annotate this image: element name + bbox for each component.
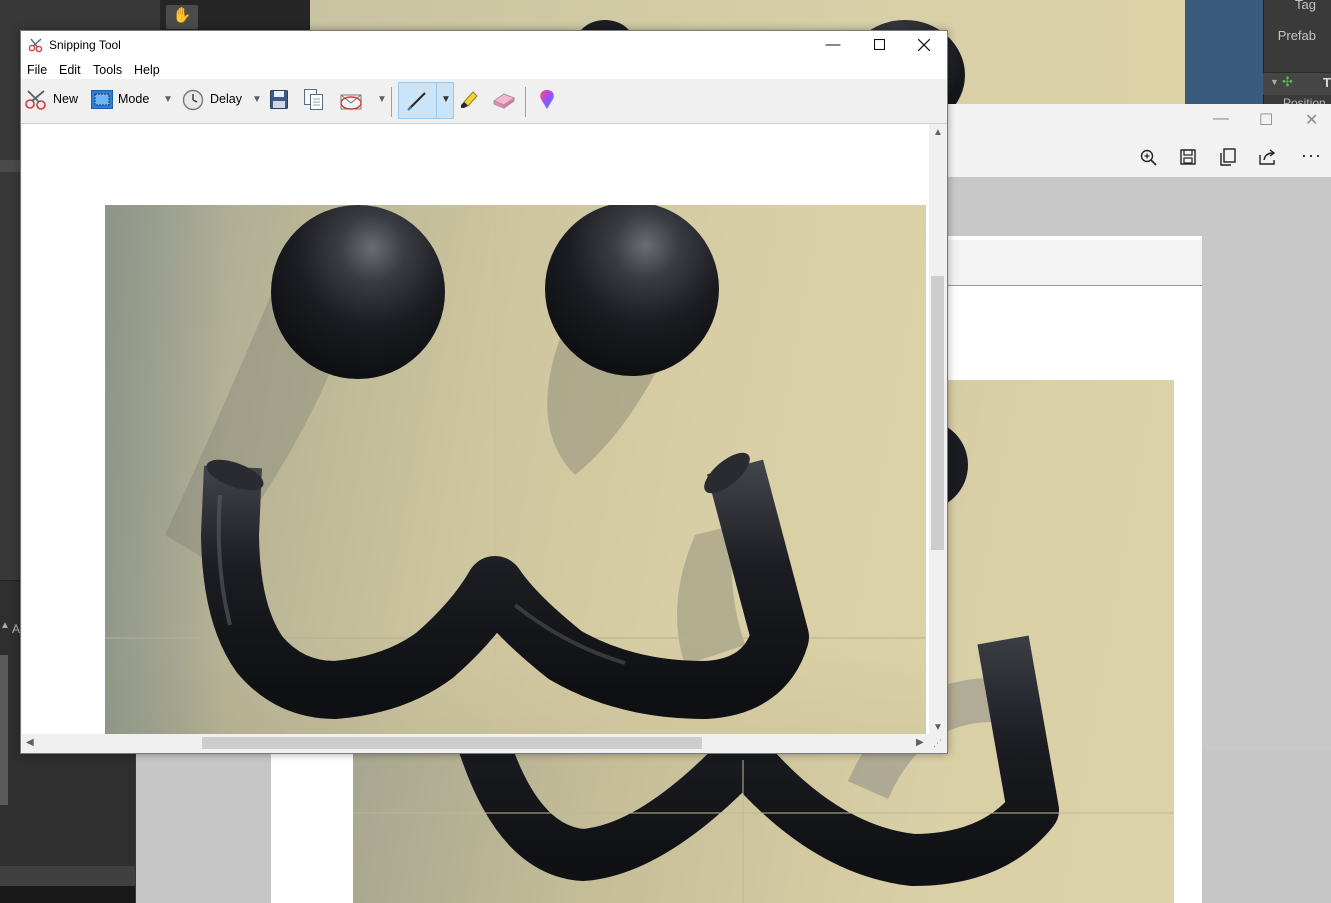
snipping-tool-window: Snipping Tool — File Edit Tools Help New… — [20, 30, 948, 754]
captured-image[interactable] — [105, 205, 926, 734]
minimize-icon[interactable]: — — [1213, 110, 1229, 128]
more-icon[interactable]: ··· — [1301, 145, 1322, 166]
window-title: Snipping Tool — [49, 38, 121, 52]
editor-left-selection — [0, 160, 20, 172]
scissors-icon — [25, 90, 46, 110]
close-button[interactable] — [901, 31, 947, 59]
scroll-up-icon[interactable]: ▲ — [0, 620, 10, 636]
save-icon[interactable] — [1180, 149, 1196, 165]
pen-split — [436, 83, 437, 118]
scroll-down-icon[interactable]: ▼ — [933, 722, 943, 733]
pen-button[interactable]: ▼ — [398, 82, 454, 119]
close-icon — [917, 38, 931, 52]
transform-gizmo-icon: ✣ — [1282, 74, 1293, 89]
menu-file[interactable]: File — [27, 63, 47, 77]
delay-button[interactable]: Delay ▼ — [182, 87, 264, 113]
share-icon[interactable] — [1259, 149, 1277, 165]
rectangle-snip-icon — [91, 90, 113, 109]
minimize-icon: — — [825, 36, 841, 53]
photo-viewer-toolbar: ··· — [945, 140, 1331, 177]
scroll-up-icon[interactable]: ▲ — [933, 127, 943, 138]
delay-label: Delay — [210, 92, 242, 106]
foldout-arrow-icon[interactable]: ▼ — [1270, 77, 1279, 87]
menu-edit[interactable]: Edit — [59, 63, 81, 77]
close-icon[interactable]: ✕ — [1305, 110, 1318, 130]
menu-help[interactable]: Help — [134, 63, 160, 77]
pen-icon — [407, 92, 426, 111]
send-dropdown-icon[interactable]: ▼ — [377, 94, 387, 105]
scene-view-edge — [1185, 0, 1265, 104]
maximize-button[interactable] — [856, 31, 902, 59]
send-email-icon — [340, 94, 362, 110]
paint-3d-icon[interactable] — [538, 89, 556, 111]
scissors-icon — [28, 38, 43, 53]
editor-left-footer — [0, 866, 135, 886]
new-button[interactable]: New — [24, 87, 80, 113]
delay-dropdown-icon[interactable]: ▼ — [252, 94, 262, 105]
transform-label: T — [1323, 75, 1331, 90]
horizontal-scroll-thumb[interactable] — [202, 737, 702, 749]
tag-label: Tag — [1295, 0, 1316, 12]
copy-icon[interactable] — [1220, 148, 1236, 166]
editor-status-bar — [0, 886, 135, 903]
toolbar-separator — [391, 87, 392, 117]
eraser-icon[interactable] — [492, 91, 516, 109]
editor-left-scrollbar[interactable] — [0, 655, 8, 805]
maximize-icon — [873, 38, 885, 51]
toolbar-separator — [525, 87, 526, 117]
vertical-scroll-thumb[interactable] — [931, 276, 944, 550]
minimize-button[interactable]: — — [810, 31, 856, 59]
scroll-left-icon[interactable]: ◀ — [26, 737, 34, 748]
hand-icon: ✋ — [172, 7, 192, 24]
scroll-right-icon[interactable]: ▶ — [916, 737, 924, 748]
zoom-in-icon[interactable] — [1140, 149, 1158, 167]
pen-dropdown-icon[interactable]: ▼ — [441, 94, 451, 105]
send-snip-button[interactable]: ▼ — [339, 87, 389, 113]
menu-tools[interactable]: Tools — [93, 63, 122, 77]
copy-icon[interactable] — [304, 89, 323, 110]
highlighter-icon[interactable] — [458, 89, 480, 111]
mode-button[interactable]: Mode ▼ — [91, 87, 175, 113]
panel-label: A — [12, 622, 21, 636]
title-bar[interactable]: Snipping Tool — — [21, 31, 947, 59]
save-icon[interactable] — [270, 90, 288, 109]
document-header-band — [945, 240, 1202, 286]
prefab-label: Prefab — [1277, 28, 1316, 43]
maximize-icon[interactable]: ☐ — [1259, 110, 1273, 130]
new-label: New — [53, 92, 79, 106]
hand-tool-button[interactable]: ✋ — [166, 5, 198, 29]
resize-grip-icon[interactable]: ⋰ — [933, 738, 942, 749]
clock-icon — [182, 89, 204, 111]
photo-viewer-titlebar: — ☐ ✕ — [945, 104, 1331, 140]
mode-dropdown-icon[interactable]: ▼ — [163, 94, 173, 105]
mode-label: Mode — [118, 92, 150, 106]
